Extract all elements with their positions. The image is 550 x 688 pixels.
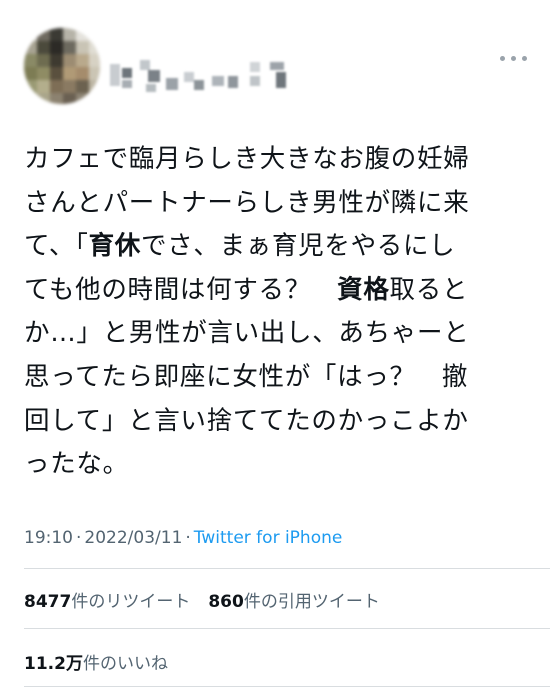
tweet-line: さんとパートナーらしき男性が隣に来 bbox=[24, 182, 529, 226]
tweet-line: て、「育休でさ、まぁ育児をやるにし bbox=[24, 225, 529, 269]
retweet-count: 8477 bbox=[24, 592, 72, 612]
tweet-line: か…」と男性が言い出し、あちゃーと bbox=[24, 312, 529, 356]
tweet-meta: 19:10 · 2022/03/11 · Twitter for iPhone bbox=[24, 528, 342, 548]
like-count: 11.2万 bbox=[24, 654, 83, 674]
tweet-text-segment: ても他の時間は何する？ bbox=[24, 274, 338, 305]
tweet-text-segment: でさ、まぁ育児をやるにし bbox=[140, 231, 456, 262]
tweet-source-link[interactable]: Twitter for iPhone bbox=[194, 528, 343, 548]
tweet-line: 思ってたら即座に女性が「はっ？ 撤 bbox=[24, 356, 529, 400]
tweet-line: カフェで臨月らしき大きなお腹の妊婦 bbox=[24, 138, 529, 182]
tweet-line: ても他の時間は何する？ 資格取ると bbox=[24, 269, 529, 313]
tweet-text-segment: 思ってたら即座に女性が「はっ？ 撤 bbox=[24, 361, 469, 392]
tweet-date[interactable]: 2022/03/11 bbox=[84, 528, 182, 548]
tweet-text-segment: て、「 bbox=[24, 231, 89, 262]
meta-separator: · bbox=[76, 528, 82, 548]
tweet-time[interactable]: 19:10 bbox=[24, 528, 73, 548]
tweet-text-segment: 取ると bbox=[389, 274, 469, 305]
tweet-text-segment: 回して」と言い捨ててたのかっこよか bbox=[24, 405, 469, 436]
meta-separator-2: · bbox=[185, 528, 191, 548]
avatar[interactable] bbox=[24, 28, 100, 104]
tweet-line: ったな。 bbox=[24, 443, 529, 487]
tweet-text: カフェで臨月らしき大きなお腹の妊婦 さんとパートナーらしき男性が隣に来 て、「育休で… bbox=[24, 138, 529, 487]
quote-label: 件の引用ツイート bbox=[243, 592, 380, 612]
quote-count: 860 bbox=[208, 592, 244, 612]
tweet-line: 回して」と言い捨ててたのかっこよか bbox=[24, 400, 529, 444]
bold-keyword: 育休 bbox=[88, 231, 141, 262]
display-name-mosaic[interactable] bbox=[110, 58, 300, 94]
retweet-label: 件のリツイート bbox=[71, 592, 191, 612]
like-label: 件のいいね bbox=[82, 654, 168, 674]
divider-top bbox=[24, 568, 550, 569]
tweet-text-segment: ったな。 bbox=[24, 449, 129, 480]
tweet-text-segment: カフェで臨月らしき大きなお腹の妊婦 bbox=[24, 144, 470, 174]
tweet-text-segment: さんとパートナーらしき男性が隣に来 bbox=[24, 187, 470, 218]
quotes-link[interactable]: 860件の引用ツイート bbox=[208, 592, 380, 612]
retweets-link[interactable]: 8477件のリツイート bbox=[24, 592, 190, 612]
tweet-header bbox=[24, 28, 534, 108]
divider-middle bbox=[24, 628, 550, 629]
tweet-text-segment: か…」と男性が言い出し、あちゃーと bbox=[24, 318, 470, 349]
likes-link[interactable]: 11.2万件のいいね bbox=[24, 649, 168, 674]
more-horizontal-icon[interactable] bbox=[500, 52, 530, 64]
tweet-stats: 8477件のリツイート 860件の引用ツイート bbox=[24, 587, 380, 612]
divider-bottom bbox=[24, 686, 550, 687]
bold-keyword: 資格 bbox=[337, 274, 390, 305]
